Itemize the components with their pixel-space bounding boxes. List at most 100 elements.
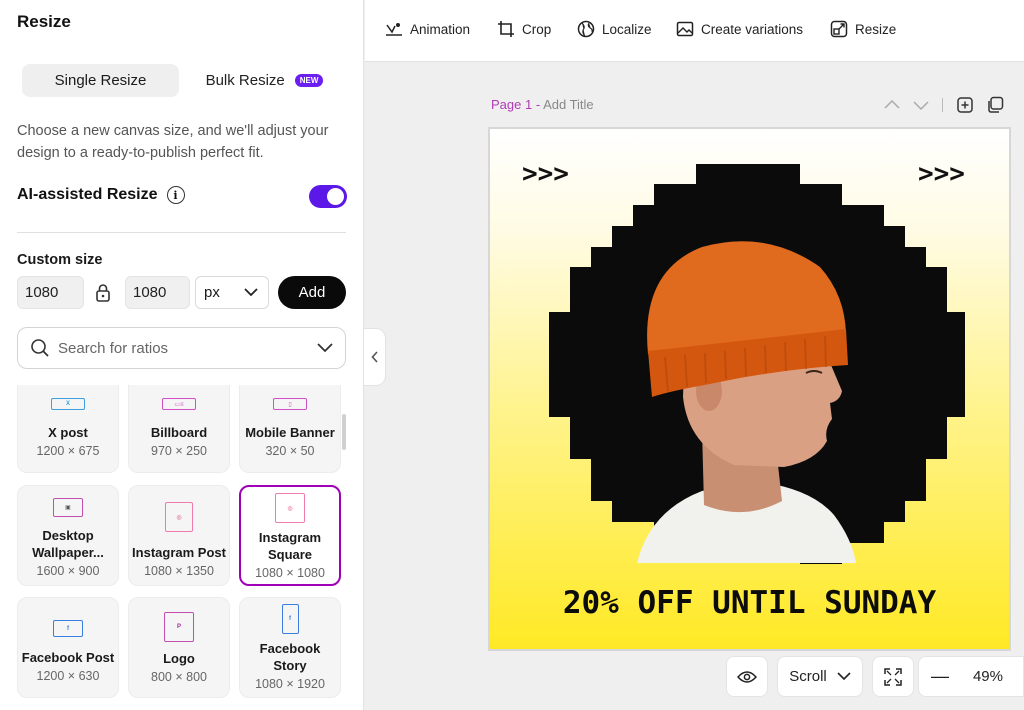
ratio-tile-x-post[interactable]: X X post 1200 × 675 xyxy=(17,385,119,473)
tile-name: Instagram Square xyxy=(258,530,322,562)
ratio-tile-instagram-post[interactable]: ◎ Instagram Post 1080 × 1350 xyxy=(128,485,230,586)
arrows-right: >>> xyxy=(918,159,965,189)
tile-dims: 1200 × 630 xyxy=(36,669,100,683)
unit-value: px xyxy=(204,284,220,301)
add-page-icon[interactable] xyxy=(956,96,974,114)
tile-dims: 1600 × 900 xyxy=(36,564,100,578)
zoom-level[interactable]: 49% xyxy=(973,668,1003,685)
crop-label: Crop xyxy=(522,21,552,37)
chevron-left-icon xyxy=(370,351,378,363)
width-input[interactable]: 1080 xyxy=(17,276,84,309)
tile-name: Logo xyxy=(163,651,195,666)
facebook-icon: f xyxy=(53,620,83,637)
unit-select[interactable]: px xyxy=(195,276,269,309)
search-input[interactable]: Search for ratios xyxy=(58,340,317,357)
crop-icon xyxy=(498,21,514,37)
variations-icon xyxy=(676,21,694,37)
billboard-icon: ▭≡ xyxy=(162,398,196,410)
design-canvas[interactable]: >>> >>> 20% OFF UNTIL SUNDAY xyxy=(488,127,1011,651)
promo-text[interactable]: 20% OFF UNTIL SUNDAY xyxy=(490,585,1009,621)
custom-size-label: Custom size xyxy=(17,252,103,268)
resize-label: Resize xyxy=(855,21,897,37)
tile-dims: 320 × 50 xyxy=(265,444,315,458)
page-number: Page 1 - xyxy=(491,97,541,112)
ai-resize-label: AI-assisted Resize xyxy=(17,186,158,203)
animation-label: Animation xyxy=(410,21,471,37)
arrows-left: >>> xyxy=(522,159,569,189)
ratio-tile-mobile-banner[interactable]: ▯ Mobile Banner 320 × 50 xyxy=(239,385,341,473)
tile-dims: 1080 × 1350 xyxy=(144,564,214,578)
tile-name: Instagram Post xyxy=(132,545,226,560)
x-logo-icon: X xyxy=(51,398,85,410)
localize-label: Localize xyxy=(602,21,652,37)
ratio-tile-facebook-story[interactable]: f Facebook Story 1080 × 1920 xyxy=(239,597,341,698)
tile-dims: 970 × 250 xyxy=(151,444,207,458)
tile-name: X post xyxy=(48,425,88,440)
ratio-tile-instagram-square[interactable]: ◎ Instagram Square 1080 × 1080 xyxy=(239,485,341,586)
preview-button[interactable] xyxy=(726,656,768,697)
tile-name: Facebook Story xyxy=(259,641,321,673)
single-resize-tab[interactable]: Single Resize xyxy=(22,64,179,97)
tile-dims: 1080 × 1920 xyxy=(255,677,325,691)
fit-screen-icon xyxy=(884,667,902,686)
tile-name: Facebook Post xyxy=(21,650,115,665)
ai-resize-row: AI-assisted Resize i xyxy=(17,186,185,204)
page-title-input[interactable]: Add Title xyxy=(543,97,594,112)
ratio-tile-desktop-wallpaper[interactable]: ▣ Desktop Wallpaper... 1600 × 900 xyxy=(17,485,119,586)
tile-dims: 800 × 800 xyxy=(151,670,207,684)
instagram-icon: ◎ xyxy=(275,493,305,523)
tile-name: Mobile Banner xyxy=(245,425,335,440)
mobile-banner-icon: ▯ xyxy=(273,398,307,410)
tile-name: Billboard xyxy=(150,425,208,440)
divider xyxy=(17,232,346,233)
eye-icon xyxy=(737,670,757,683)
instagram-icon: ◎ xyxy=(165,502,193,532)
scroll-mode-select[interactable]: Scroll xyxy=(777,656,863,697)
image-icon: ▣ xyxy=(53,498,83,517)
resize-icon xyxy=(830,20,848,38)
resize-button[interactable]: Resize xyxy=(830,20,896,38)
create-variations-button[interactable]: Create variations xyxy=(676,20,803,38)
logo-icon: P xyxy=(164,612,194,642)
top-toolbar: Animation Crop Localize Create variation… xyxy=(365,0,1024,62)
panel-scrollbar[interactable] xyxy=(342,414,346,450)
scroll-label: Scroll xyxy=(789,668,827,685)
bulk-resize-tab[interactable]: Bulk Resize NEW xyxy=(187,64,342,97)
ratio-tile-logo[interactable]: P Logo 800 × 800 xyxy=(128,597,230,698)
height-input[interactable]: 1080 xyxy=(125,276,190,309)
duplicate-page-icon[interactable] xyxy=(986,96,1004,114)
facebook-icon: f xyxy=(281,604,299,634)
resize-panel: Resize Single Resize Bulk Resize NEW Cho… xyxy=(0,0,364,710)
bulk-resize-label: Bulk Resize xyxy=(205,72,285,89)
zoom-out-button[interactable]: — xyxy=(931,666,949,687)
variations-label: Create variations xyxy=(701,21,804,37)
crop-button[interactable]: Crop xyxy=(497,20,551,38)
lock-icon[interactable] xyxy=(95,283,111,303)
poster-artwork xyxy=(549,164,965,564)
add-size-button[interactable]: Add xyxy=(278,276,346,309)
chevron-down-icon xyxy=(244,288,258,297)
animation-button[interactable]: Animation xyxy=(385,20,470,38)
page-label: Page 1 - Add Title xyxy=(491,97,594,112)
ratio-search[interactable]: Search for ratios xyxy=(17,327,346,369)
ratio-tile-facebook-post[interactable]: f Facebook Post 1200 × 630 xyxy=(17,597,119,698)
chevron-down-icon[interactable] xyxy=(317,343,333,353)
ratio-grid: X X post 1200 × 675 ▭≡ Billboard 970 × 2… xyxy=(17,385,347,710)
page-controls-divider xyxy=(942,98,943,112)
ai-resize-toggle[interactable] xyxy=(309,185,347,208)
chevron-down-icon xyxy=(837,672,851,681)
page-down-icon[interactable] xyxy=(912,96,930,114)
page-up-icon[interactable] xyxy=(883,96,901,114)
localize-button[interactable]: Localize xyxy=(577,20,652,38)
globe-icon xyxy=(577,20,595,38)
resize-description: Choose a new canvas size, and we'll adju… xyxy=(17,123,329,161)
fit-to-screen-button[interactable] xyxy=(872,656,914,697)
animation-icon xyxy=(386,23,402,36)
collapse-panel-button[interactable] xyxy=(364,328,386,386)
resize-mode-switch: Single Resize Bulk Resize NEW xyxy=(17,62,346,100)
info-icon[interactable]: i xyxy=(166,186,185,204)
search-icon xyxy=(31,339,49,357)
ratio-tile-billboard[interactable]: ▭≡ Billboard 970 × 250 xyxy=(128,385,230,473)
tile-name: Desktop Wallpaper... xyxy=(32,528,104,560)
tile-dims: 1200 × 675 xyxy=(36,444,100,458)
